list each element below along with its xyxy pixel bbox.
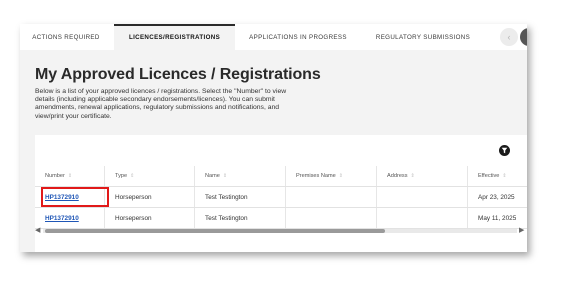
- filter-funnel-icon: [501, 147, 508, 154]
- tab-actions-required[interactable]: ACTIONS REQUIRED: [20, 24, 112, 50]
- scroll-left-icon[interactable]: ◀: [35, 227, 40, 235]
- address-cell: [377, 187, 468, 207]
- sort-icon: ⇕: [338, 173, 343, 179]
- tab-regulatory-submissions[interactable]: REGULATORY SUBMISSIONS: [360, 24, 486, 50]
- tab-licences-registrations[interactable]: LICENCES/REGISTRATIONS: [114, 24, 235, 50]
- chevron-left-icon[interactable]: ‹: [500, 28, 518, 46]
- page-title: My Approved Licences / Registrations: [35, 66, 321, 83]
- premises-cell: [286, 187, 377, 207]
- column-header-address[interactable]: Address ⇕: [377, 166, 468, 186]
- name-cell: Test Testington: [195, 187, 286, 207]
- scrollbar-thumb[interactable]: [45, 229, 385, 233]
- column-header-number[interactable]: Number ⇕: [35, 166, 105, 186]
- address-cell: [377, 208, 468, 228]
- sort-icon: ⇕: [67, 173, 73, 179]
- column-header-premises-name[interactable]: Premises Name ⇕: [286, 166, 377, 186]
- tab-next-button[interactable]: [520, 28, 527, 46]
- tab-applications-in-progress[interactable]: APPLICATIONS IN PROGRESS: [238, 24, 358, 50]
- number-cell: HP1372910: [35, 208, 105, 228]
- licence-number-link[interactable]: HP1372910: [45, 215, 79, 222]
- type-cell: Horseperson: [105, 187, 195, 207]
- horizontal-scrollbar[interactable]: ◀ ▶: [35, 227, 527, 235]
- sort-icon: ⇕: [502, 173, 507, 179]
- page-intro: Below is a list of your approved licence…: [35, 88, 287, 120]
- effective-cell: May 11, 2025: [478, 214, 517, 222]
- tab-bar: ACTIONS REQUIRED LICENCES/REGISTRATIONS …: [20, 24, 527, 50]
- sort-icon: ⇕: [410, 173, 415, 179]
- column-header-effective[interactable]: Effective ⇕: [468, 166, 527, 186]
- highlight-box: [41, 187, 109, 207]
- column-header-type[interactable]: Type ⇕: [105, 166, 195, 186]
- table-header-row: Number ⇕ Type ⇕ Name ⇕ Premises Name ⇕ Addre…: [35, 166, 527, 187]
- table-row: HP1372910 Horseperson Test Testington Ma…: [35, 208, 527, 229]
- type-cell: Horseperson: [105, 208, 195, 228]
- scroll-right-icon[interactable]: ▶: [519, 227, 524, 235]
- sort-icon: ⇕: [222, 173, 228, 179]
- filter-icon[interactable]: [499, 145, 510, 156]
- name-cell: Test Testington: [195, 208, 286, 228]
- effective-cell: Apr 23, 2025: [478, 193, 515, 201]
- column-header-name[interactable]: Name ⇕: [195, 166, 286, 186]
- sort-icon: ⇕: [130, 173, 135, 179]
- premises-cell: [286, 208, 377, 228]
